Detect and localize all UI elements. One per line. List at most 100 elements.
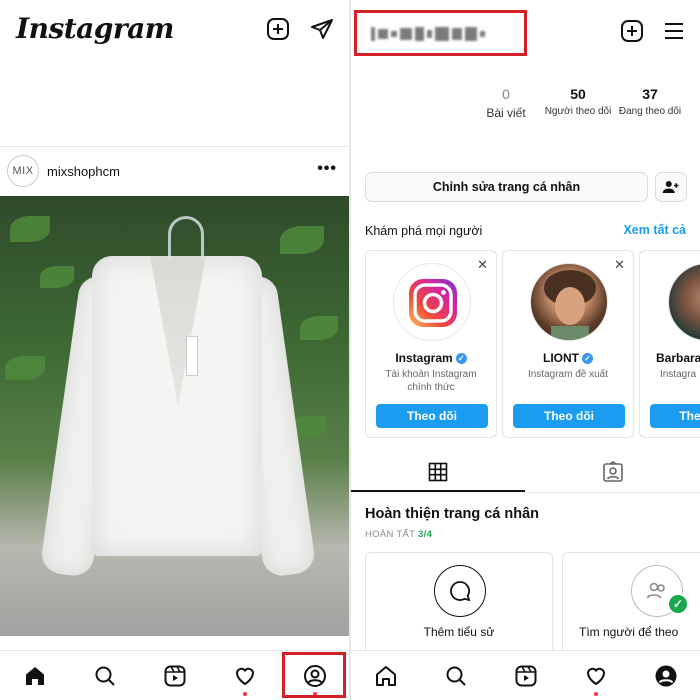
avatar-text: MIX <box>12 165 34 177</box>
suggestion-name[interactable]: LIONT ✓ <box>503 351 633 365</box>
stat-value: 0 <box>502 86 510 102</box>
profile-highlight-box <box>282 652 346 698</box>
home-icon[interactable] <box>22 663 48 689</box>
create-post-icon[interactable] <box>265 16 291 42</box>
suggestion-card: ✕ LIONT ✓ Instagram đề xuất Theo dõi <box>502 250 634 438</box>
more-options-icon[interactable]: ••• <box>317 160 337 178</box>
blurred-username[interactable] <box>371 27 485 41</box>
divider <box>0 146 349 147</box>
find-people-card[interactable]: ✓ Tìm người để theo <box>562 552 700 662</box>
user-avatar[interactable] <box>668 263 700 341</box>
leaf-decoration <box>40 266 74 288</box>
speech-bubble-icon <box>434 565 486 617</box>
blur-block <box>480 31 485 37</box>
leaf-decoration <box>280 226 324 254</box>
progress-value: 3/4 <box>418 529 433 540</box>
discover-people-title: Khám phá mọi người <box>365 224 483 238</box>
stat-value: 37 <box>642 86 658 102</box>
blur-block <box>378 29 388 39</box>
profile-panel: 0 Bài viết 50 Người theo dõi 37 Đang the… <box>351 0 700 700</box>
reels-icon[interactable] <box>162 663 188 689</box>
blur-block <box>435 27 449 41</box>
follow-button[interactable]: The <box>650 404 700 428</box>
username-highlight-box <box>354 10 527 56</box>
notification-dot <box>243 692 247 696</box>
suggestion-subtitle: Tài khoản Instagram chính thức <box>385 369 477 393</box>
add-bio-card[interactable]: Thêm tiểu sử <box>365 552 553 662</box>
home-icon[interactable] <box>373 663 399 689</box>
suggestion-subtitle: Instagra <box>660 369 697 380</box>
post-username[interactable]: mixshophcm <box>47 164 120 179</box>
discover-people-button[interactable] <box>655 172 687 202</box>
card-title: Thêm tiểu sử <box>423 625 495 639</box>
stories-area <box>0 58 349 144</box>
suggestion-card: Barbara Instagra The <box>639 250 700 438</box>
bottom-nav-right <box>351 650 700 700</box>
activity-heart-icon[interactable] <box>583 663 609 689</box>
blur-block <box>465 27 477 41</box>
search-icon[interactable] <box>92 663 118 689</box>
post-header: MIX mixshophcm ••• <box>0 152 349 194</box>
suggestion-name[interactable]: Instagram ✓ <box>366 351 496 365</box>
reels-icon[interactable] <box>513 663 539 689</box>
profile-icon[interactable] <box>653 663 679 689</box>
stat-value: 50 <box>570 86 586 102</box>
notification-dot <box>594 692 598 696</box>
blur-block <box>400 28 412 40</box>
tab-tagged[interactable] <box>526 452 700 492</box>
blur-block <box>371 27 375 41</box>
add-person-icon <box>662 181 679 193</box>
suggestion-subtitle: Instagram đề xuất <box>527 369 609 380</box>
hanger <box>168 216 204 260</box>
user-avatar[interactable] <box>530 263 608 341</box>
leaf-decoration <box>10 216 50 242</box>
followers-stat[interactable]: 50 Người theo dõi <box>543 86 613 117</box>
blur-block <box>452 28 462 40</box>
complete-profile-title: Hoàn thiện trang cá nhân <box>365 506 540 522</box>
leaf-decoration <box>300 316 338 340</box>
tagged-icon <box>603 461 623 482</box>
direct-message-icon[interactable] <box>309 16 335 42</box>
create-post-icon[interactable] <box>619 18 645 44</box>
posts-stat[interactable]: 0 Bài viết <box>481 86 531 120</box>
name-text: LIONT <box>543 351 579 365</box>
stat-label: Bài viết <box>486 106 526 120</box>
following-stat[interactable]: 37 Đang theo dõi <box>615 86 685 117</box>
blur-block <box>391 31 397 37</box>
instagram-logo-avatar[interactable] <box>393 263 471 341</box>
tab-grid[interactable] <box>351 452 525 492</box>
verified-badge-icon: ✓ <box>582 353 593 365</box>
blur-block <box>415 27 424 41</box>
divider <box>525 492 700 493</box>
see-all-link[interactable]: Xem tất cả <box>623 223 686 237</box>
leaf-decoration <box>5 356 45 380</box>
feed-panel: Instagram MIX mixshophcm ••• <box>0 0 349 700</box>
clothing-tag <box>186 336 198 376</box>
activity-heart-icon[interactable] <box>232 663 258 689</box>
follow-button[interactable]: Theo dõi <box>376 404 488 428</box>
grid-icon <box>428 462 448 482</box>
bottom-nav-left <box>0 650 349 700</box>
search-icon[interactable] <box>443 663 469 689</box>
suggestion-name[interactable]: Barbara <box>656 351 700 365</box>
instagram-logo[interactable]: Instagram <box>16 12 174 45</box>
verified-badge-icon: ✓ <box>455 353 467 365</box>
suggestion-card: ✕ Instagram ✓ Tài khoản Instagram chính … <box>365 250 497 438</box>
dismiss-icon[interactable]: ✕ <box>477 257 488 273</box>
screen: Instagram MIX mixshophcm ••• 0 Bài viết … <box>0 0 700 700</box>
profile-tabs <box>351 452 700 492</box>
dismiss-icon[interactable]: ✕ <box>614 257 625 273</box>
post-image[interactable] <box>0 196 349 636</box>
follow-button[interactable]: Theo dõi <box>513 404 625 428</box>
blur-block <box>427 30 432 38</box>
check-icon: ✓ <box>667 593 689 615</box>
complete-profile-progress: HOÀN TẤT 3/4 <box>365 529 432 540</box>
stat-label: Người theo dõi <box>544 106 612 117</box>
name-text: Instagram <box>395 351 453 365</box>
active-tab-indicator <box>351 490 525 492</box>
edit-profile-button[interactable]: Chỉnh sửa trang cá nhân <box>365 172 648 202</box>
menu-icon[interactable] <box>661 18 687 44</box>
post-avatar[interactable]: MIX <box>7 155 39 187</box>
stat-label: Đang theo dõi <box>618 106 682 117</box>
card-title: Tìm người để theo <box>579 625 679 639</box>
